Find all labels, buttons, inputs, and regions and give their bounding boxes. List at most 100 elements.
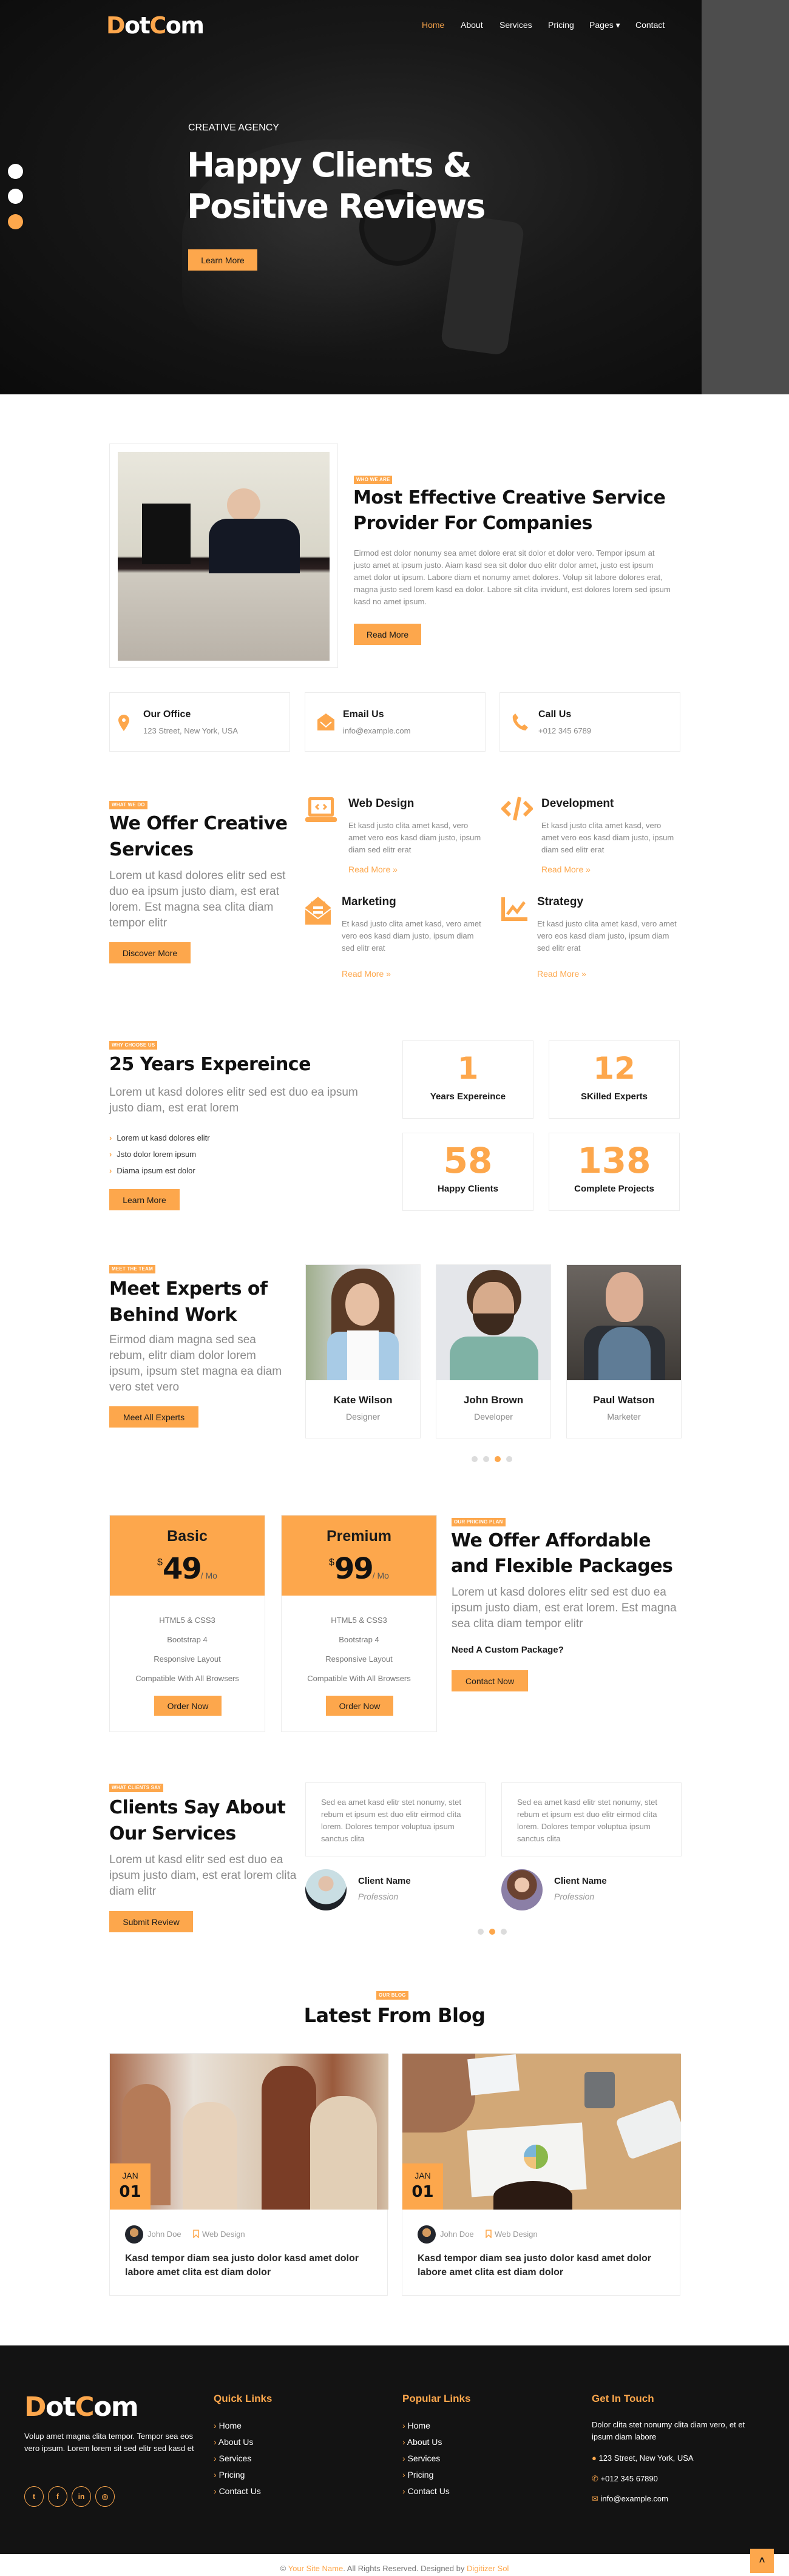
stat-label: Years Expereince	[430, 1091, 506, 1102]
team-member-photo	[436, 1265, 550, 1380]
nav-contact[interactable]: Contact	[635, 20, 665, 30]
plan-feature: Responsive Layout	[154, 1654, 221, 1664]
discover-more-button[interactable]: Discover More	[109, 942, 191, 963]
envelope-open-icon	[317, 713, 334, 730]
blog-author[interactable]: John Doe	[440, 2230, 474, 2239]
footer-address: ● 123 Street, New York, USA	[592, 2453, 694, 2463]
hero-learn-more-button[interactable]: Learn More	[188, 249, 257, 271]
site-name-link[interactable]: Your Site Name	[288, 2564, 344, 2573]
testimonial-bubble: Sed ea amet kasd elitr stet nonumy, stet…	[305, 1782, 486, 1856]
order-now-button[interactable]: Order Now	[326, 1696, 393, 1716]
contact-now-button[interactable]: Contact Now	[452, 1670, 528, 1691]
site-footer: DotCom Volup amet magna clita tempor. Te…	[0, 2345, 789, 2554]
back-to-top-button[interactable]: ˄	[750, 2549, 774, 2573]
order-now-button[interactable]: Order Now	[154, 1696, 222, 1716]
quick-link[interactable]: › Contact Us	[214, 2486, 261, 2496]
facebook-icon[interactable]: f	[48, 2486, 67, 2507]
service-read-more-link[interactable]: Read More »	[541, 865, 591, 874]
hero-eyebrow: CREATIVE AGENCY	[188, 123, 279, 133]
blog-date-badge: JAN 01	[110, 2163, 151, 2210]
stat-label: SKilled Experts	[580, 1091, 648, 1102]
linkedin-icon[interactable]: in	[72, 2486, 91, 2507]
footer-logo[interactable]: DotCom	[24, 2391, 139, 2424]
nav-services[interactable]: Services	[499, 20, 532, 30]
plan-feature: Compatible With All Browsers	[135, 1674, 239, 1683]
nav-pages-dropdown[interactable]: Pages ▾	[589, 20, 620, 30]
twitter-icon[interactable]: t	[24, 2486, 44, 2507]
stat-card: 58 Happy Clients	[402, 1133, 533, 1211]
why-feature-item: › Lorem ut kasd dolores elitr	[109, 1133, 210, 1142]
quick-link[interactable]: › Services	[214, 2453, 251, 2463]
about-body: Eirmod est dolor nonumy sea amet dolore …	[354, 548, 671, 606]
instagram-icon[interactable]: ◎	[95, 2486, 115, 2507]
designer-link[interactable]: Digitizer Sol	[467, 2564, 509, 2573]
why-learn-more-button[interactable]: Learn More	[109, 1189, 180, 1210]
testimonial-carousel-dot-1[interactable]	[478, 1929, 484, 1935]
quick-link[interactable]: › Home	[214, 2421, 242, 2430]
hero-slide-dot-2[interactable]	[8, 189, 23, 204]
nav-home[interactable]: Home	[422, 20, 444, 30]
chevron-right-icon: ›	[109, 1150, 112, 1159]
about-image-card	[109, 443, 338, 668]
team-member-card[interactable]: Kate Wilson Designer	[305, 1264, 421, 1438]
service-title: Web Design	[348, 797, 415, 810]
bookmark-icon	[193, 2230, 199, 2238]
author-avatar	[125, 2225, 143, 2244]
team-member-card[interactable]: Paul Watson Marketer	[566, 1264, 682, 1438]
contact-card-email: Email Us info@example.com	[305, 692, 486, 752]
blog-post-card[interactable]: JAN 01 John Doe Web Design Kasd tempor d…	[109, 2053, 388, 2296]
service-read-more-link[interactable]: Read More »	[537, 969, 586, 979]
team-member-card[interactable]: John Brown Developer	[436, 1264, 551, 1438]
team-carousel-dot-2[interactable]	[483, 1456, 489, 1462]
footer-email[interactable]: ✉ info@example.com	[592, 2493, 668, 2505]
plan-feature: Compatible With All Browsers	[307, 1674, 411, 1683]
team-carousel-dot-4[interactable]	[506, 1456, 512, 1462]
meet-all-experts-button[interactable]: Meet All Experts	[109, 1406, 198, 1428]
quick-link[interactable]: › Pricing	[214, 2470, 245, 2480]
testimonial-carousel-dot-3[interactable]	[501, 1929, 507, 1935]
blog-post-title[interactable]: Kasd tempor diam sea justo dolor kasd am…	[418, 2251, 666, 2279]
blog-category[interactable]: Web Design	[495, 2230, 538, 2239]
contact-card-office: Our Office 123 Street, New York, USA	[109, 692, 290, 752]
quick-link[interactable]: › About Us	[214, 2437, 253, 2447]
hero-slide-dot-3[interactable]	[8, 214, 23, 229]
team-carousel-dot-3[interactable]	[495, 1456, 501, 1462]
services-tag: WHAT WE DO	[109, 801, 147, 809]
contact-card-value[interactable]: +012 345 6789	[538, 726, 591, 735]
blog-author[interactable]: John Doe	[147, 2230, 181, 2239]
nav-about[interactable]: About	[461, 20, 483, 30]
blog-post-title[interactable]: Kasd tempor diam sea justo dolor kasd am…	[125, 2251, 374, 2279]
plan-feature: HTML5 & CSS3	[159, 1616, 215, 1625]
blog-date-badge: JAN 01	[402, 2163, 443, 2210]
popular-link[interactable]: › Home	[402, 2421, 430, 2430]
plan-price: $99/ Mo	[329, 1552, 389, 1586]
hero-slide-dot-1[interactable]	[8, 164, 23, 179]
footer-phone[interactable]: ✆ +012 345 67890	[592, 2473, 658, 2485]
service-title: Marketing	[342, 895, 396, 908]
client-name: Client Name	[554, 1876, 607, 1886]
blog-category[interactable]: Web Design	[202, 2230, 245, 2239]
service-text: Et kasd justo clita amet kasd, vero amet…	[537, 919, 677, 953]
stat-label: Happy Clients	[437, 1184, 499, 1194]
team-carousel-dot-1[interactable]	[472, 1456, 478, 1462]
team-lead: Eirmod diam magna sed sea rebum, elitr d…	[109, 1334, 282, 1394]
service-read-more-link[interactable]: Read More »	[348, 865, 398, 874]
contact-card-value[interactable]: info@example.com	[343, 726, 410, 735]
client-avatar	[501, 1869, 543, 1910]
site-logo[interactable]: DotCom	[106, 10, 205, 41]
nav-pricing[interactable]: Pricing	[548, 20, 574, 30]
popular-link[interactable]: › Services	[402, 2453, 440, 2463]
submit-review-button[interactable]: Submit Review	[109, 1911, 193, 1932]
stat-card: 12 SKilled Experts	[549, 1040, 680, 1119]
team-member-role: Developer	[474, 1412, 513, 1421]
why-title: 25 Years Expereince	[109, 1054, 311, 1075]
about-read-more-button[interactable]: Read More	[354, 624, 421, 645]
blog-post-card[interactable]: JAN 01 John Doe Web Design Kasd tempor d…	[402, 2053, 681, 2296]
team-tag: MEET THE TEAM	[109, 1265, 155, 1273]
popular-link[interactable]: › Contact Us	[402, 2486, 450, 2496]
service-read-more-link[interactable]: Read More »	[342, 969, 391, 979]
popular-link[interactable]: › Pricing	[402, 2470, 433, 2480]
pricing-lead: Lorem ut kasd dolores elitr sed est duo …	[452, 1586, 677, 1630]
popular-link[interactable]: › About Us	[402, 2437, 442, 2447]
testimonial-carousel-dot-2[interactable]	[489, 1929, 495, 1935]
